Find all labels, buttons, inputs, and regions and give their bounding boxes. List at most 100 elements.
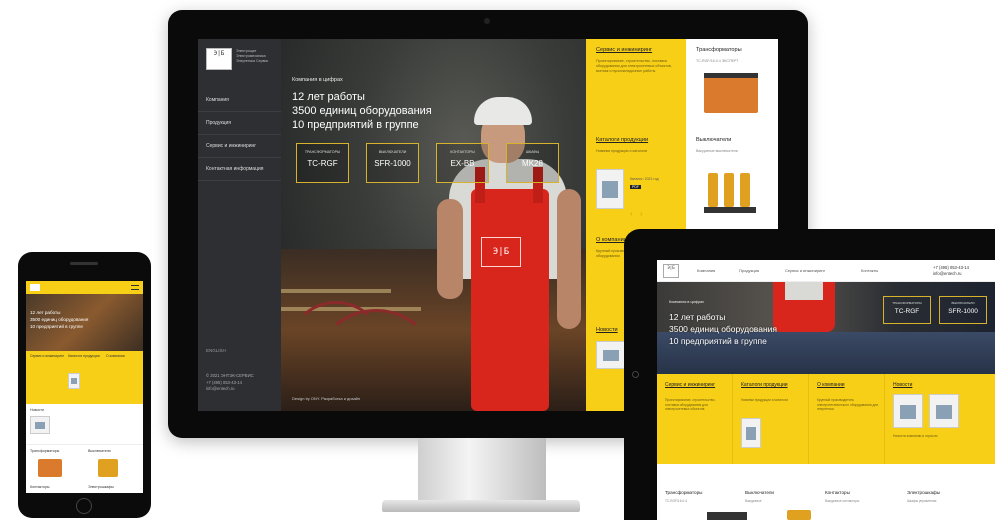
tablet-nav-service[interactable]: Сервис и инжиниринг [785, 268, 825, 273]
device-mockup-stage: Э|Б Электрощит Электромеханика Энергетик… [0, 0, 995, 520]
tablet-item-sub: Вакуумные [745, 499, 762, 503]
product-box-caption: ТРАНСФОРМАТОРЫ [304, 150, 341, 154]
speaker-icon [70, 262, 98, 265]
tablet-card-service[interactable]: Сервис и инжиниринг Проектирование, стро… [657, 374, 733, 464]
phone-card-catalog[interactable]: Каталоги продукции [68, 354, 104, 358]
transformer-top [704, 73, 758, 78]
tablet-logo[interactable]: Э|Б [663, 264, 679, 278]
worker-arm [437, 199, 463, 299]
transformer-image [704, 77, 758, 113]
phone-item-transformers[interactable]: Трансформаторы [30, 449, 59, 453]
phone-card-service[interactable]: Сервис и инжиниринг [30, 354, 66, 358]
tablet-nav-company[interactable]: Компания [697, 268, 715, 273]
switch-base [704, 207, 756, 213]
product-box-switch[interactable]: ВЫКЛЮЧАТЕЛИ SFR-1000 [366, 143, 419, 183]
tablet-hero-kicker: Компания в цифрах [669, 300, 705, 304]
tablet-email-link[interactable]: info@entech.ru [933, 271, 969, 277]
overall-logo: Э|Б [481, 237, 521, 267]
card-transformers[interactable]: Трансформаторы ТС-RGF/16-0.4 ЭКСПЕРТ [686, 39, 778, 129]
design-credit[interactable]: Design by ONY. Разработка и дизайн [292, 396, 360, 401]
phone-news-image [30, 416, 50, 434]
tablet-switch-image [787, 510, 811, 520]
hero-stat-units: 3500 единиц оборудования [292, 105, 432, 117]
card-title[interactable]: Сервис и инжиниринг [596, 47, 652, 53]
card-switches[interactable]: Выключатели Вакуумные выключатели [686, 129, 778, 229]
phone-item-switches[interactable]: Выключатели [88, 449, 111, 453]
card-title[interactable]: О компании [596, 237, 627, 243]
tablet-card-catalog[interactable]: Каталоги продукции Новинки продукции и к… [733, 374, 809, 464]
product-box-contactor[interactable]: КОНТАКТОРЫ EX-BB [436, 143, 489, 183]
tablet-item-contactors[interactable]: Контакторы [825, 490, 850, 495]
sidebar-item-products[interactable]: Продукция [198, 112, 281, 135]
switch-pole-image [740, 173, 750, 207]
monitor-stand [418, 438, 546, 502]
tablet-card-about[interactable]: О компании Крупный производитель электро… [809, 374, 885, 464]
sidebar-footer: © 2021 ЭНТЭК-СЕРВИС +7 (495) 053-43-14 i… [206, 373, 254, 393]
phone-card-about[interactable]: О компании [106, 354, 142, 358]
tablet-box-transformer[interactable]: ТРАНСФОРМАТОРЫ TC-RGF [883, 296, 931, 324]
arrow-left-icon[interactable]: ‹ [630, 209, 633, 218]
tablet-header: Э|Б Компания Продукция Сервис и инжинири… [657, 260, 995, 282]
tablet-stat-units: 3500 единиц оборудования [669, 324, 777, 334]
tablet-card-text: Новости компании и отрасли [893, 434, 938, 438]
product-box-caption: ШКАФЫ [525, 150, 540, 154]
tablet-item-cabinets[interactable]: Электрошкафы [907, 490, 940, 495]
phone-products: Трансформаторы Выключатели Контакторы Эл… [26, 444, 143, 493]
phone-switch-image [98, 459, 118, 477]
hero-section: Э|Б Компания в цифрах 12 лет работы 3500… [281, 39, 586, 411]
sidebar-item-service[interactable]: Сервис и инжиниринг [198, 135, 281, 158]
monitor-base [382, 500, 580, 512]
phone-cards: Сервис и инжиниринг Каталоги продукции О… [26, 351, 143, 404]
phone-logo[interactable] [30, 284, 40, 291]
tablet-nav-contacts[interactable]: Контакты [861, 268, 878, 273]
tablet-card-news[interactable]: Новости Новости компании и отрасли [885, 374, 995, 464]
phone-news-label[interactable]: Новости [30, 408, 44, 412]
tablet-card-title[interactable]: Каталоги продукции [741, 382, 788, 389]
hero-stat-years: 12 лет работы [292, 91, 365, 103]
tablet-item-transformers[interactable]: Трансформаторы [665, 490, 702, 495]
card-title[interactable]: Трансформаторы [696, 47, 742, 53]
site-logo-text: Электрощит Электромеханика Энергетика Се… [236, 49, 269, 63]
card-title[interactable]: Новости [596, 327, 618, 333]
phone-item-cabinets[interactable]: Электрошкафы [88, 485, 114, 489]
card-title[interactable]: Каталоги продукции [596, 137, 648, 143]
sidebar-item-contacts[interactable]: Контактная информация [198, 158, 281, 181]
product-box-value: EX-BB [450, 159, 475, 168]
tablet-nav-products[interactable]: Продукция [739, 268, 759, 273]
tablet-card-text: Крупный производитель электротехническог… [817, 398, 879, 411]
product-box-transformer[interactable]: ТРАНСФОРМАТОРЫ TC-RGF [296, 143, 349, 183]
tablet-item-switches[interactable]: Выключатели [745, 490, 774, 495]
cable-decoration [321, 309, 431, 399]
tablet-box-switch[interactable]: ВЫКЛЮЧАТЕЛИ SFR-1000 [939, 296, 987, 324]
tablet-screen: Э|Б Компания Продукция Сервис и инжинири… [657, 260, 995, 520]
phone-catalog-image [68, 373, 80, 389]
card-catalog[interactable]: Каталоги продукции Новинки продукции и к… [586, 129, 686, 229]
card-service[interactable]: Сервис и инжиниринг Проектирование, стро… [586, 39, 686, 129]
card-text: Проектирование, строительство, поставка … [596, 59, 672, 73]
tablet-box-caption: ТРАНСФОРМАТОРЫ [892, 301, 922, 305]
phone-transformer-image [38, 459, 62, 477]
menu-icon[interactable] [131, 285, 139, 290]
card-title[interactable]: Выключатели [696, 137, 731, 143]
tablet-card-title[interactable]: Сервис и инжиниринг [665, 382, 715, 389]
sidebar-item-company[interactable]: Компания [198, 89, 281, 112]
arrow-right-icon[interactable]: › [640, 209, 643, 218]
worker-arm [557, 189, 581, 329]
home-button[interactable] [76, 498, 92, 514]
product-box-value: SFR-1000 [374, 159, 411, 168]
card-text: Вакуумные выключатели [696, 149, 738, 153]
phone-item-contactors[interactable]: Контакторы [30, 485, 49, 489]
email-link[interactable]: info@entech.ru [206, 386, 254, 393]
product-box-cabinet[interactable]: ШКАФЫ MK28 [506, 143, 559, 183]
tablet-card-title[interactable]: Новости [893, 382, 912, 389]
site-logo[interactable]: Э|Б [206, 48, 232, 70]
tablet-worker-shirt [785, 282, 823, 300]
language-switch[interactable]: ENGLISH [206, 348, 226, 353]
phone-news: Новости [26, 404, 143, 444]
tablet-box-value: TC-RGF [894, 308, 920, 315]
tablet-box-value: SFR-1000 [948, 308, 978, 315]
catalog-note[interactable]: Каталог: 2021 год [630, 177, 659, 181]
helmet-icon [474, 97, 532, 125]
tablet-card-title[interactable]: О компании [817, 382, 845, 389]
catalog-image [596, 169, 624, 209]
